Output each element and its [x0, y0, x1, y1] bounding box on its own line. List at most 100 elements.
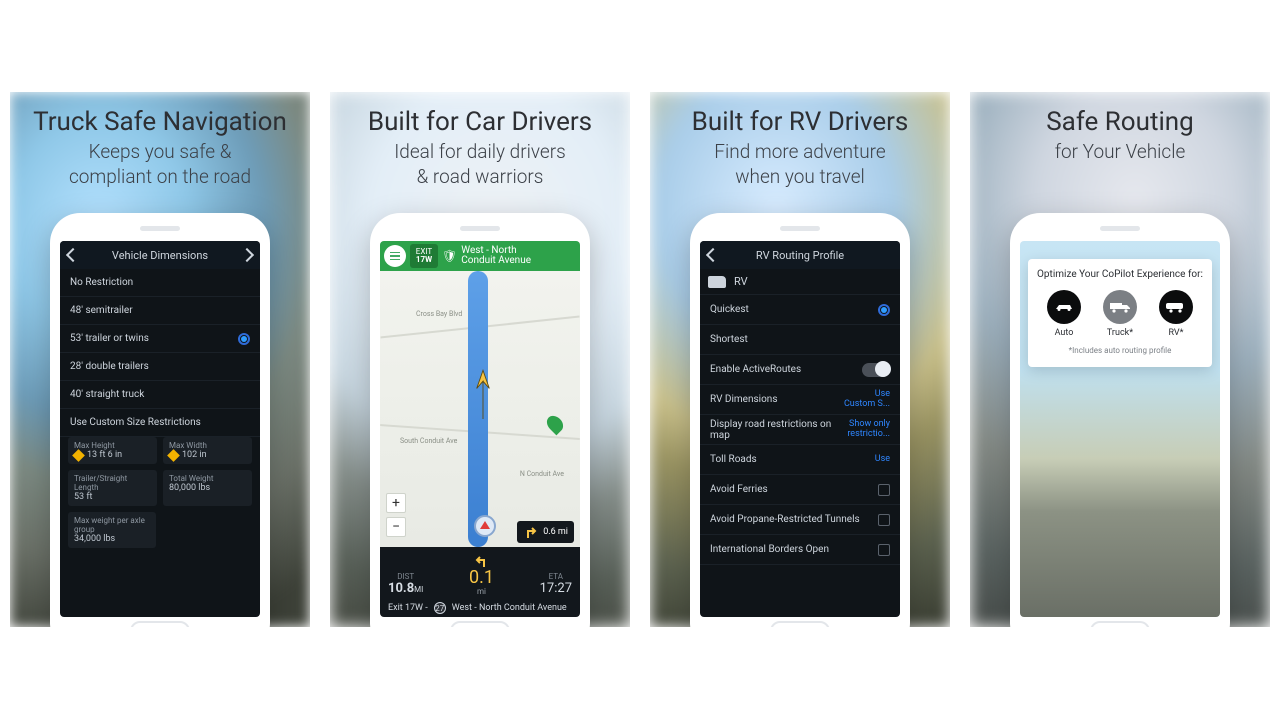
- panel-heading: Built for Car Drivers Ideal for daily dr…: [330, 108, 630, 188]
- setting-value: Show only restrictio...: [847, 420, 890, 440]
- nav-banner[interactable]: EXIT 17W 🛡 West - North Conduit Avenue: [380, 241, 580, 271]
- option-row[interactable]: Use Custom Size Restrictions: [60, 409, 260, 437]
- checkbox-icon[interactable]: [878, 484, 890, 496]
- field-axle-weight[interactable]: Max weight per axle group 34,000 lbs: [68, 512, 156, 548]
- unit: MI: [414, 585, 423, 594]
- panel-subtitle-1: Ideal for daily drivers: [330, 140, 630, 163]
- next-turn-distance: 0.6 mi: [543, 527, 568, 537]
- setting-value: Use: [875, 455, 890, 465]
- vehicle-label: RV: [734, 275, 748, 288]
- radio-selected-icon: [878, 304, 890, 316]
- option-truck[interactable]: Truck*: [1103, 290, 1137, 338]
- field-total-weight[interactable]: Total Weight 80,000 lbs: [163, 470, 252, 506]
- radio-selected-icon: [238, 333, 250, 345]
- panel-title: Built for Car Drivers: [330, 108, 630, 138]
- option-row[interactable]: 48' semitrailer: [60, 297, 260, 325]
- warning-diamond-icon: [72, 449, 85, 462]
- label: ETA: [540, 572, 572, 581]
- setting-label: Avoid Propane-Restricted Tunnels: [710, 514, 860, 525]
- truck-icon: [1103, 290, 1137, 324]
- field-value: 53 ft: [74, 492, 92, 502]
- route-shield-icon: 27: [434, 602, 446, 614]
- setting-row[interactable]: Shortest: [700, 325, 900, 355]
- setting-row[interactable]: Avoid Ferries: [700, 475, 900, 505]
- poi-pin-icon[interactable]: [544, 412, 567, 435]
- setting-row[interactable]: RV DimensionsUse Custom S...: [700, 385, 900, 415]
- panel-rv: Built for RV Drivers Find more adventure…: [650, 92, 950, 627]
- setting-label: International Borders Open: [710, 544, 829, 555]
- map-canvas[interactable]: Cross Bay Blvd South Conduit Ave N Condu…: [380, 271, 580, 547]
- option-rv[interactable]: RV*: [1159, 290, 1193, 338]
- back-icon[interactable]: [706, 248, 720, 262]
- setting-value: Use Custom S...: [844, 390, 890, 410]
- field-label: Max weight per axle group: [74, 516, 150, 534]
- option-label: 53' trailer or twins: [70, 333, 149, 344]
- panel-title: Safe Routing: [970, 108, 1270, 138]
- warning-diamond-icon: [167, 449, 180, 462]
- value: 17:27: [540, 581, 572, 596]
- panel-subtitle-1: Find more adventure: [650, 140, 950, 163]
- dist-block: DIST 10.8MI: [388, 572, 423, 596]
- panel-heading: Safe Routing for Your Vehicle: [970, 108, 1270, 163]
- street-label: South Conduit Ave: [400, 437, 457, 445]
- screen-title: RV Routing Profile: [756, 249, 844, 262]
- zoom-in-button[interactable]: +: [386, 493, 406, 513]
- setting-row[interactable]: Enable ActiveRoutes: [700, 355, 900, 385]
- setting-row[interactable]: Display road restrictions on mapShow onl…: [700, 415, 900, 445]
- option-label: 48' semitrailer: [70, 305, 133, 316]
- field-max-height[interactable]: Max Height 13 ft 6 in: [68, 437, 157, 464]
- option-label: 40' straight truck: [70, 389, 144, 400]
- value: 10.8: [388, 581, 414, 596]
- nav-bottom-bar: DIST 10.8MI 0.1 mi ETA 17:27: [380, 547, 580, 617]
- setting-label: Avoid Ferries: [710, 484, 768, 495]
- phone-mock: Vehicle Dimensions No Restriction 48' se…: [50, 213, 270, 627]
- panel-subtitle-2: compliant on the road: [10, 165, 310, 188]
- phone-screen-optimize: Optimize Your CoPilot Experience for: Au…: [1020, 241, 1220, 617]
- panel-title: Built for RV Drivers: [650, 108, 950, 138]
- field-label: Total Weight: [169, 474, 246, 483]
- field-max-width[interactable]: Max Width 102 in: [163, 437, 252, 464]
- optimize-card: Optimize Your CoPilot Experience for: Au…: [1028, 259, 1212, 367]
- card-footnote: *Includes auto routing profile: [1036, 346, 1204, 355]
- field-length[interactable]: Trailer/Straight Length 53 ft: [68, 470, 157, 506]
- toggle-switch[interactable]: [862, 363, 890, 377]
- exit-destination: West - North Conduit Avenue: [452, 603, 567, 613]
- card-title: Optimize Your CoPilot Experience for:: [1036, 269, 1204, 280]
- panel-truck: Truck Safe Navigation Keeps you safe & c…: [10, 92, 310, 627]
- option-row[interactable]: 28' double trailers: [60, 353, 260, 381]
- zoom-controls: + −: [386, 489, 406, 537]
- route-shield-icon: 🛡: [442, 249, 457, 263]
- direction-arrow-icon: [474, 365, 492, 419]
- phone-mock: RV Routing Profile RV Quickest Shortest …: [690, 213, 910, 627]
- field-value: 34,000 lbs: [74, 534, 115, 544]
- option-row[interactable]: 53' trailer or twins: [60, 325, 260, 353]
- field-value: 102 in: [182, 450, 207, 460]
- forward-icon[interactable]: [240, 248, 254, 262]
- turn-block: 0.1 mi: [469, 553, 494, 596]
- option-row[interactable]: No Restriction: [60, 269, 260, 297]
- option-auto[interactable]: Auto: [1047, 290, 1081, 338]
- option-row[interactable]: 40' straight truck: [60, 381, 260, 409]
- setting-row[interactable]: Avoid Propane-Restricted Tunnels: [700, 505, 900, 535]
- screen-header: Vehicle Dimensions: [60, 241, 260, 269]
- vehicle-row[interactable]: RV: [700, 269, 900, 295]
- eta-block: ETA 17:27: [540, 572, 572, 596]
- setting-row[interactable]: Quickest: [700, 295, 900, 325]
- checkbox-icon[interactable]: [878, 544, 890, 556]
- zoom-out-button[interactable]: −: [386, 517, 406, 537]
- option-label: No Restriction: [70, 277, 133, 288]
- checkbox-icon[interactable]: [878, 514, 890, 526]
- phone-screen-rv-profile: RV Routing Profile RV Quickest Shortest …: [700, 241, 900, 617]
- menu-icon[interactable]: [384, 245, 406, 267]
- setting-row[interactable]: International Borders Open: [700, 535, 900, 565]
- setting-row[interactable]: Toll RoadsUse: [700, 445, 900, 475]
- label: DIST: [388, 572, 423, 581]
- app-store-screenshots: Truck Safe Navigation Keeps you safe & c…: [0, 0, 1280, 720]
- field-value: 13 ft 6 in: [87, 450, 122, 460]
- screen-header: RV Routing Profile: [700, 241, 900, 269]
- back-icon[interactable]: [66, 248, 80, 262]
- phone-screen-vehicle-dimensions: Vehicle Dimensions No Restriction 48' se…: [60, 241, 260, 617]
- unit: mi: [469, 587, 494, 596]
- vehicle-marker-icon: [474, 515, 496, 537]
- rv-icon: [708, 276, 726, 288]
